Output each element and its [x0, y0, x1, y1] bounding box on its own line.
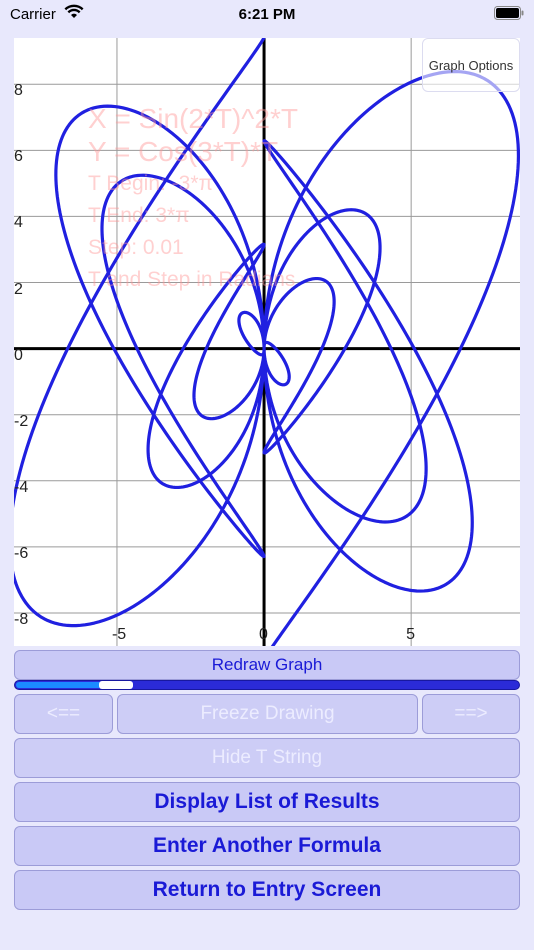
x-tick-label: -5 — [111, 626, 127, 643]
graph-plot — [14, 38, 520, 646]
status-bar: Carrier 6:21 PM — [0, 0, 534, 30]
drawing-progress-slider[interactable] — [14, 680, 520, 690]
y-tick-label: -2 — [14, 412, 29, 430]
parametric-curve — [14, 38, 520, 646]
y-tick-label: 6 — [14, 148, 23, 166]
slider-thumb[interactable] — [98, 681, 133, 689]
next-button[interactable]: ==> — [422, 694, 520, 734]
graph-canvas[interactable]: X = Sin(2*T)^2*T Y = Cos(3*T)*T T Begin:… — [14, 38, 520, 646]
enter-formula-button[interactable]: Enter Another Formula — [14, 826, 520, 866]
previous-button[interactable]: <== — [14, 694, 113, 734]
status-time: 6:21 PM — [238, 6, 296, 23]
y-tick-label: 8 — [14, 82, 23, 100]
y-tick-label: 2 — [14, 280, 23, 298]
y-tick-label: 0 — [14, 346, 23, 364]
freeze-drawing-button[interactable]: Freeze Drawing — [117, 694, 418, 734]
display-list-button[interactable]: Display List of Results — [14, 782, 520, 822]
x-tick-label: 5 — [406, 626, 416, 643]
slider-fill — [16, 682, 102, 688]
y-tick-label: 4 — [14, 214, 23, 232]
y-tick-label: -6 — [14, 544, 29, 562]
hide-t-string-button[interactable]: Hide T String — [14, 738, 520, 778]
x-tick-label: 0 — [259, 626, 268, 643]
battery-icon — [494, 6, 524, 20]
y-tick-label: -4 — [14, 478, 29, 496]
graph-options-button[interactable]: Graph Options — [422, 38, 520, 92]
return-entry-button[interactable]: Return to Entry Screen — [14, 870, 520, 910]
y-tick-label: -8 — [14, 610, 29, 628]
redraw-graph-button[interactable]: Redraw Graph — [14, 650, 520, 680]
